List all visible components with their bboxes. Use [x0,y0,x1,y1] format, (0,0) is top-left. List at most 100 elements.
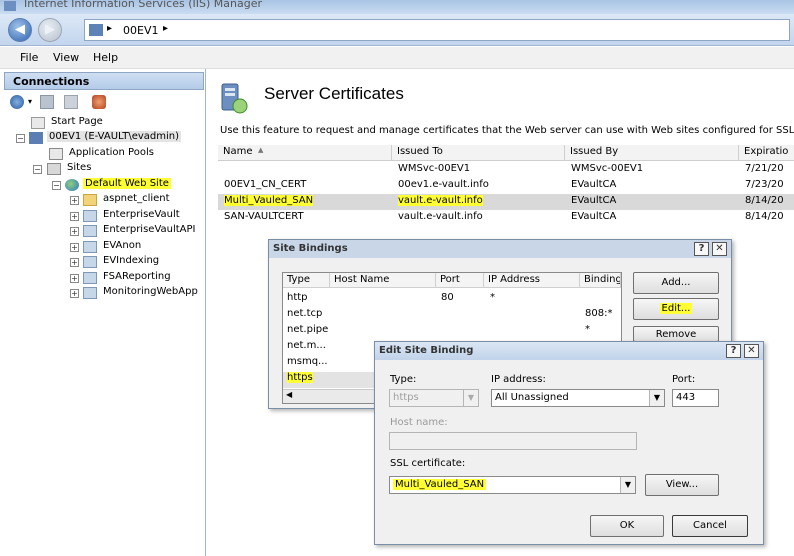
binding-type[interactable]: msmq... [287,356,328,367]
close-button[interactable]: ✕ [712,242,727,256]
page-description: Use this feature to request and manage c… [220,125,794,136]
menu-view[interactable]: View [53,51,79,64]
column-header-issued-by[interactable]: Issued By [565,145,739,161]
tree-item-sites[interactable]: Sites [47,162,127,177]
tree-item-fsareporting[interactable]: FSAReporting [83,271,193,286]
view-certificate-button[interactable]: View... [645,474,719,496]
binding-ip: * [490,292,495,303]
window-title: Internet Information Services (IIS) Mana… [24,0,262,10]
expand-toggle[interactable]: + [70,258,79,267]
application-icon [83,225,97,237]
connections-header: Connections [4,72,204,90]
connections-pane: Connections ▾ Start Page − 00EV1 (E-VAUL… [0,69,206,556]
tree-item-evanon[interactable]: EVAnon [83,240,193,255]
address-box[interactable]: ▸ 00EV1 ▸ [84,19,790,41]
collapse-server-toggle[interactable]: − [16,134,25,143]
port-input[interactable]: 443 [672,389,719,407]
binding-type[interactable]: net.m... [287,340,326,351]
close-button[interactable]: ✕ [744,344,759,358]
expand-toggle[interactable]: + [70,274,79,283]
tree-item-enterprisevaultapi[interactable]: EnterpriseVaultAPI [83,224,203,239]
host-name-input [389,432,637,450]
expand-toggle[interactable]: + [70,289,79,298]
column-header-expiration[interactable]: Expiratio [739,145,794,161]
window-title-bar: Internet Information Services (IIS) Mana… [0,0,794,14]
ssl-certificate-label: SSL certificate: [390,458,466,469]
column-header-issued-to[interactable]: Issued To [392,145,565,161]
dropdown-arrow-icon[interactable]: ▼ [649,390,664,406]
binding-info: * [585,324,590,335]
binding-type[interactable]: http [287,292,308,303]
ssl-certificate-select[interactable]: Multi_Vauled_SAN ▼ [389,476,636,494]
dropdown-arrow-icon: ▼ [463,390,478,406]
menu-help[interactable]: Help [93,51,118,64]
scroll-left-icon[interactable]: ◀ [286,390,292,399]
help-button[interactable]: ? [694,242,709,256]
breadcrumb-separator: ▸ [163,23,169,34]
address-bar: ◀ ▶ ▸ 00EV1 ▸ [0,14,794,46]
host-name-label: Host name: [390,417,448,428]
globe-icon [65,179,79,191]
folder-icon [83,194,97,206]
menu-bar: File View Help [0,47,794,69]
application-icon [83,241,97,253]
expand-toggle[interactable]: + [70,196,79,205]
edit-binding-button[interactable]: Edit... [633,298,719,320]
breadcrumb-separator: ▸ [107,23,113,34]
binding-type[interactable]: net.pipe [287,324,328,335]
tree-item-monitoringwebapp[interactable]: MonitoringWebApp [83,286,203,301]
menu-file[interactable]: File [20,51,38,64]
tree-item-application-pools[interactable]: Application Pools [49,147,189,162]
binding-type[interactable]: net.tcp [287,308,322,319]
tree-item-evindexing[interactable]: EVIndexing [83,255,193,270]
save-icon [40,95,54,109]
up-level-icon [64,95,78,109]
add-binding-button[interactable]: Add... [633,272,719,294]
column-header-name[interactable]: Name ▲ [218,145,392,161]
ip-address-select[interactable]: All Unassigned ▼ [491,389,665,407]
site-bindings-title: Site Bindings ? ✕ [269,240,731,258]
type-select: https ▼ [389,389,479,407]
application-icon [83,272,97,284]
expand-toggle[interactable]: + [70,227,79,236]
expand-toggle[interactable]: + [70,212,79,221]
binding-info: 808:* [585,308,613,319]
breadcrumb-server[interactable]: 00EV1 [123,24,158,37]
column-header-port[interactable]: Port [436,273,484,288]
ip-address-label: IP address: [491,374,546,385]
ok-button[interactable]: OK [590,515,664,537]
collapse-default-site-toggle[interactable]: − [52,181,61,190]
expand-toggle[interactable]: + [70,243,79,252]
connect-icon[interactable] [10,95,24,109]
connections-toolbar: ▾ [4,91,204,113]
certificate-icon [221,83,248,114]
tree-item-default-web-site[interactable]: Default Web Site [65,178,185,193]
column-header-binding[interactable]: Binding [580,273,621,288]
table-row[interactable]: SAN-VAULTCERT vault.e-vault.info EVaultC… [218,210,794,226]
table-row-selected[interactable]: Multi_Vauled_SAN vault.e-vault.info EVau… [218,194,794,210]
collapse-sites-toggle[interactable]: − [33,165,42,174]
column-header-ip-address[interactable]: IP Address [484,273,580,288]
application-pools-icon [49,148,63,160]
application-icon [83,256,97,268]
tree-item-start-page[interactable]: Start Page [31,116,151,131]
delete-connection-icon[interactable] [92,95,106,109]
tree-item-aspnet-client[interactable]: aspnet_client [83,193,193,208]
column-header-type[interactable]: Type [283,273,330,288]
remove-binding-button[interactable]: Remove [633,326,719,342]
page-title: Server Certificates [264,84,404,103]
cancel-button[interactable]: Cancel [672,515,748,537]
edit-binding-title: Edit Site Binding ? ✕ [375,342,763,360]
back-arrow-icon[interactable]: ◀ [8,18,32,42]
binding-port: 80 [441,292,454,303]
server-icon [89,24,103,36]
column-header-host-name[interactable]: Host Name [330,273,436,288]
table-row[interactable]: WMSvc-00EV1 WMSvc-00EV1 7/21/20 [218,162,794,178]
help-button[interactable]: ? [726,344,741,358]
tree-item-enterprisevault[interactable]: EnterpriseVault [83,209,203,224]
dropdown-arrow-icon[interactable]: ▼ [620,477,635,493]
tree-item-server[interactable]: 00EV1 (E-VAULT\evadmin) [29,131,205,146]
server-icon [29,132,43,144]
table-row[interactable]: 00EV1_CN_CERT 00ev1.e-vault.info EVaultC… [218,178,794,194]
sites-icon [47,163,61,175]
